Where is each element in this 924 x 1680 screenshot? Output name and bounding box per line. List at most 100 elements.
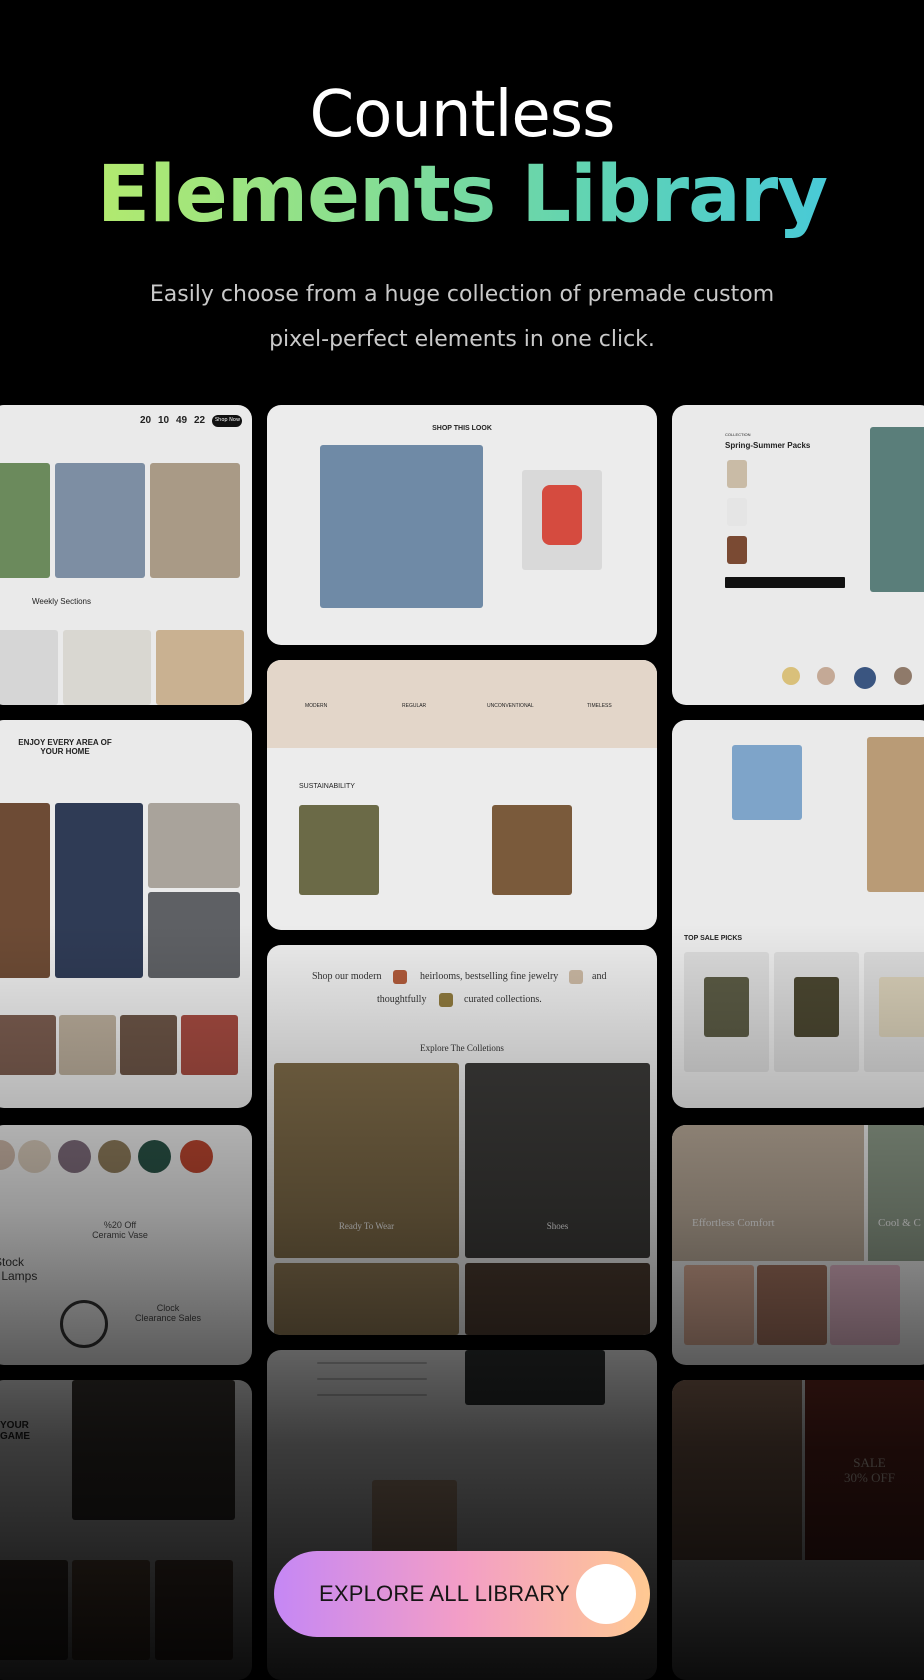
collections-intro-1a: Shop our modern bbox=[312, 971, 382, 982]
features-card[interactable]: MODERN REGULAR UNCONVENTIONAL TIMELESS S… bbox=[267, 660, 657, 930]
collections-intro-1c: and bbox=[592, 971, 607, 982]
sustainability-photo bbox=[299, 805, 379, 895]
model-photo bbox=[150, 463, 240, 578]
spring-summer-card[interactable]: COLLECTION Spring-Summer Packs bbox=[672, 405, 924, 705]
jewelry-thumb bbox=[569, 970, 583, 984]
add-to-cart-button[interactable] bbox=[725, 577, 845, 588]
comfort-tile[interactable]: Cool & C bbox=[868, 1125, 924, 1261]
model-photo bbox=[0, 463, 50, 578]
collection-tile[interactable] bbox=[465, 1263, 650, 1335]
sale-product[interactable] bbox=[684, 952, 769, 1072]
category-photo bbox=[181, 1015, 238, 1075]
top-sale-picks-card[interactable]: TOP SALE PICKS bbox=[672, 720, 924, 1108]
category-circle[interactable] bbox=[18, 1140, 51, 1173]
lingerie-photo bbox=[684, 1265, 754, 1345]
editorial-photo bbox=[465, 1350, 605, 1405]
sustainability-title: SUSTAINABILITY bbox=[299, 783, 355, 790]
product-thumb[interactable] bbox=[727, 498, 747, 526]
avatar[interactable] bbox=[854, 667, 876, 689]
weekly-sections-label: Weekly Sections bbox=[32, 597, 91, 606]
shop-look-title: SHOP THIS LOOK bbox=[432, 425, 492, 432]
category-circle[interactable] bbox=[138, 1140, 171, 1173]
category-circle[interactable] bbox=[98, 1140, 131, 1173]
product-thumb[interactable] bbox=[727, 536, 747, 564]
room-photo bbox=[0, 803, 50, 978]
countdown-seconds: 22 bbox=[194, 415, 206, 426]
room-photo bbox=[148, 892, 240, 978]
avatar[interactable] bbox=[817, 667, 835, 685]
top-sale-picks-title: TOP SALE PICKS bbox=[684, 935, 743, 942]
avatar[interactable] bbox=[782, 667, 800, 685]
category-photo bbox=[0, 1015, 56, 1075]
hero-title-line2: Elements Library bbox=[0, 150, 924, 240]
sale-product[interactable] bbox=[864, 952, 924, 1072]
model-photo bbox=[55, 463, 145, 578]
sale-banner[interactable]: SALE 30% OFF bbox=[805, 1380, 924, 1560]
sale-30-text: SALE 30% OFF bbox=[844, 1455, 895, 1485]
collection-tile-shoes[interactable]: Shoes bbox=[465, 1063, 650, 1258]
comfort-tile[interactable]: Effortless Comfort bbox=[672, 1125, 864, 1261]
shirt-shape bbox=[794, 977, 839, 1037]
your-game-title: YOUR GAME bbox=[0, 1420, 30, 1442]
category-circle[interactable] bbox=[58, 1140, 91, 1173]
hero-title-line1: Countless bbox=[309, 78, 616, 152]
feature-item: MODERN bbox=[305, 703, 328, 709]
product-thumb[interactable] bbox=[727, 460, 747, 488]
collection-tile-ready-to-wear[interactable]: Ready To Wear bbox=[274, 1063, 459, 1258]
comfort-card[interactable]: Effortless Comfort Cool & C bbox=[672, 1125, 924, 1365]
shop-now-button[interactable]: Shop Now bbox=[212, 415, 242, 427]
category-photo bbox=[59, 1015, 116, 1075]
collections-intro-1b: heirlooms, bestselling fine jewelry bbox=[420, 971, 559, 982]
shop-the-look-card[interactable]: SHOP THIS LOOK bbox=[267, 405, 657, 645]
sale-30-card[interactable]: SALE 30% OFF bbox=[672, 1380, 924, 1680]
enjoy-title: ENJOY EVERY AREA OF YOUR HOME bbox=[18, 738, 112, 756]
jewelry-thumb bbox=[439, 993, 453, 1007]
portrait-photo bbox=[0, 1560, 68, 1660]
hero-subtitle-line1: Easily choose from a huge collection of … bbox=[149, 282, 775, 307]
shirt-shape bbox=[704, 977, 749, 1037]
accordion-line[interactable] bbox=[317, 1378, 427, 1380]
avatar[interactable] bbox=[894, 667, 912, 685]
dress-shape bbox=[542, 485, 582, 545]
jewelry-thumb bbox=[393, 970, 407, 984]
lingerie-photo bbox=[830, 1265, 900, 1345]
shoe-photo bbox=[156, 630, 244, 705]
model-photo bbox=[870, 427, 924, 592]
your-game-card[interactable]: YOUR GAME bbox=[0, 1380, 252, 1680]
home-decor-card[interactable]: %20 Off Ceramic Vase Stock r Lamps Clock… bbox=[0, 1125, 252, 1365]
lingerie-photo bbox=[757, 1265, 827, 1345]
countdown-hours: 10 bbox=[158, 415, 170, 426]
accordion-line[interactable] bbox=[317, 1394, 427, 1396]
lamps-offer: Stock r Lamps bbox=[0, 1255, 38, 1283]
category-circle[interactable] bbox=[180, 1140, 213, 1173]
collections-intro-2b: curated collections. bbox=[464, 994, 542, 1005]
category-photo bbox=[120, 1015, 177, 1075]
explore-all-library-label: EXPLORE ALL LIBRARY bbox=[319, 1581, 570, 1606]
countdown-days: 20 bbox=[140, 415, 152, 426]
sale-product[interactable] bbox=[774, 952, 859, 1072]
vase-offer: %20 Off Ceramic Vase bbox=[92, 1220, 148, 1240]
accordion-line[interactable] bbox=[317, 1362, 427, 1364]
hero-subtitle-line2: pixel-perfect elements in one click. bbox=[269, 327, 655, 352]
explore-collections-title: Explore The Colletions bbox=[420, 1043, 504, 1053]
collections-card[interactable]: Shop our modern heirlooms, bestselling f… bbox=[267, 945, 657, 1335]
feature-item: UNCONVENTIONAL bbox=[487, 703, 534, 709]
countdown-card[interactable]: 20 10 49 22 Shop Now Weekly Sections bbox=[0, 405, 252, 705]
category-circle[interactable] bbox=[0, 1140, 15, 1170]
athlete-photo bbox=[72, 1380, 235, 1520]
look-photo bbox=[320, 445, 483, 608]
room-photo bbox=[148, 803, 240, 888]
sustainability-photo bbox=[492, 805, 572, 895]
cta-circle-icon bbox=[576, 1564, 636, 1624]
spring-kicker: COLLECTION bbox=[725, 432, 751, 437]
collection-tile[interactable] bbox=[274, 1263, 459, 1335]
enjoy-home-card[interactable]: ENJOY EVERY AREA OF YOUR HOME bbox=[0, 720, 252, 1108]
room-photo bbox=[55, 803, 143, 978]
feature-item: TIMELESS bbox=[587, 703, 612, 709]
explore-all-library-button[interactable]: EXPLORE ALL LIBRARY bbox=[274, 1551, 650, 1637]
spring-title: Spring-Summer Packs bbox=[725, 441, 811, 450]
clock-icon bbox=[60, 1300, 108, 1348]
model-photo bbox=[672, 1380, 802, 1560]
countdown-minutes: 49 bbox=[176, 415, 188, 426]
hero-subtitle: Easily choose from a huge collection of … bbox=[100, 272, 824, 362]
